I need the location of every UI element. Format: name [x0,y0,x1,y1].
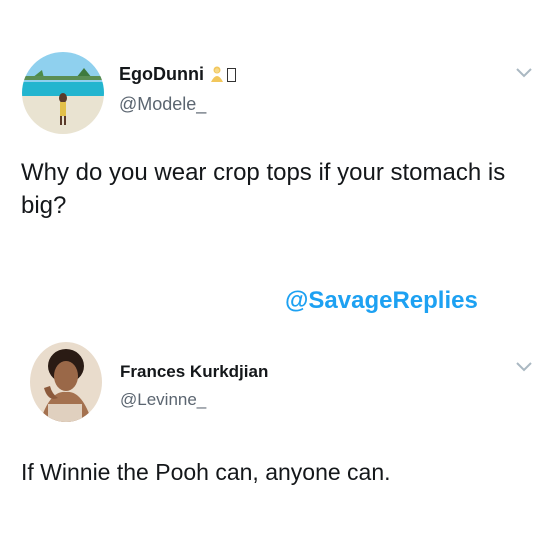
missing-glyph-icon [226,68,236,82]
username-handle[interactable]: @Modele_ [119,94,206,115]
watermark: @SavageReplies [285,287,478,314]
chevron-down-icon[interactable] [516,362,532,372]
display-name[interactable]: Frances Kurkdjian [120,362,268,382]
avatar[interactable] [22,52,104,134]
avatar[interactable] [30,342,102,422]
username-handle[interactable]: @Levinne_ [120,390,206,410]
woman-emoji-icon [210,66,224,87]
beach-photo-icon [22,52,104,134]
display-name-text: EgoDunni [119,64,204,84]
display-name[interactable]: EgoDunni [119,64,236,87]
portrait-photo-icon [30,342,102,422]
tweet-text: Why do you wear crop tops if your stomac… [21,159,506,219]
tweet-text: If Winnie the Pooh can, anyone can. [21,459,391,485]
chevron-down-icon[interactable] [516,68,532,78]
